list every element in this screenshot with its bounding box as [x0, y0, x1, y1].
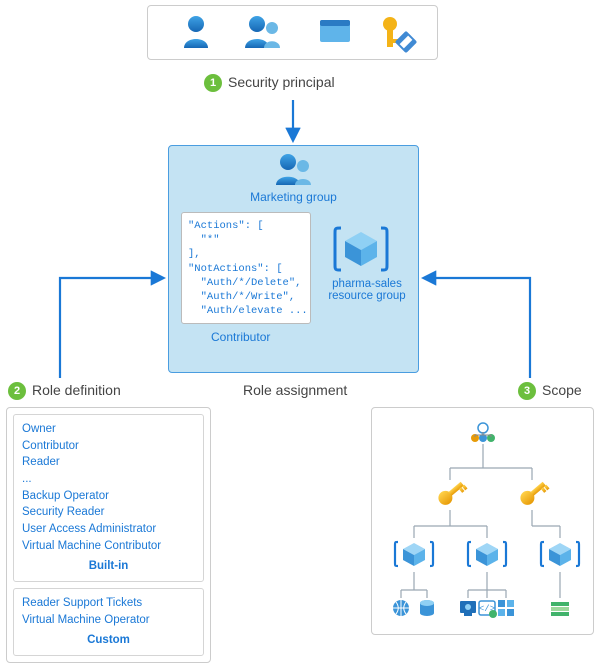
- role-ellipsis: ...: [22, 471, 195, 488]
- arrow-roledef-to-center: [60, 278, 163, 378]
- marketing-group-label: Marketing group: [169, 190, 418, 204]
- database-resource-icon: [420, 600, 434, 616]
- marketing-group-icon: [276, 154, 311, 185]
- subscription-key-icon: [518, 478, 550, 508]
- badge-3: 3: [518, 382, 536, 400]
- monitor-resource-icon: [460, 601, 476, 616]
- code-caption: Contributor: [211, 330, 270, 344]
- group-icon: [245, 16, 280, 48]
- builtin-label: Built-in: [22, 558, 195, 575]
- role-item: Virtual Machine Contributor: [22, 538, 195, 555]
- role-item: Contributor: [22, 438, 195, 455]
- badge-2: 2: [8, 382, 26, 400]
- scope-label: Scope: [542, 382, 582, 398]
- role-code-box: "Actions": [ "*" ], "NotActions": [ "Aut…: [181, 212, 311, 324]
- role-item: Reader: [22, 454, 195, 471]
- resource-group-label: pharma-sales resource group: [327, 278, 407, 302]
- role-definition-panel: Owner Contributor Reader ... Backup Oper…: [6, 407, 211, 663]
- custom-roles-box: Reader Support Tickets Virtual Machine O…: [13, 588, 204, 656]
- security-principal-label: Security principal: [228, 74, 335, 90]
- role-item: Security Reader: [22, 504, 195, 521]
- management-group-icon: [471, 423, 495, 442]
- scope-panel: </>: [371, 407, 594, 635]
- user-icon: [184, 16, 208, 48]
- resource-group-icon: [335, 228, 387, 270]
- role-item: User Access Administrator: [22, 521, 195, 538]
- security-principal-panel: [147, 5, 438, 60]
- role-item: Owner: [22, 421, 195, 438]
- builtin-roles-box: Owner Contributor Reader ... Backup Oper…: [13, 414, 204, 582]
- role-item: Virtual Machine Operator: [22, 612, 195, 629]
- custom-label: Custom: [22, 632, 195, 649]
- role-item: Backup Operator: [22, 488, 195, 505]
- role-assignment-panel: Marketing group "Actions": [ "*" ], "Not…: [168, 145, 419, 373]
- subscription-key-icon: [436, 478, 468, 508]
- grid-resource-icon: [498, 600, 514, 616]
- storage-resource-icon: [551, 602, 569, 616]
- role-definition-label: Role definition: [32, 382, 121, 398]
- web-resource-icon: [393, 600, 409, 616]
- badge-1: 1: [204, 74, 222, 92]
- resource-group-node-icon: [468, 542, 506, 566]
- role-item: Reader Support Tickets: [22, 595, 195, 612]
- resource-group-node-icon: [395, 542, 433, 566]
- arrow-scope-to-center: [424, 278, 530, 378]
- app-icon: [320, 20, 350, 42]
- managed-identity-icon: [383, 17, 417, 53]
- resource-group-node-icon: [541, 542, 579, 566]
- role-assignment-label: Role assignment: [243, 382, 347, 398]
- code-resource-icon: </>: [479, 601, 497, 618]
